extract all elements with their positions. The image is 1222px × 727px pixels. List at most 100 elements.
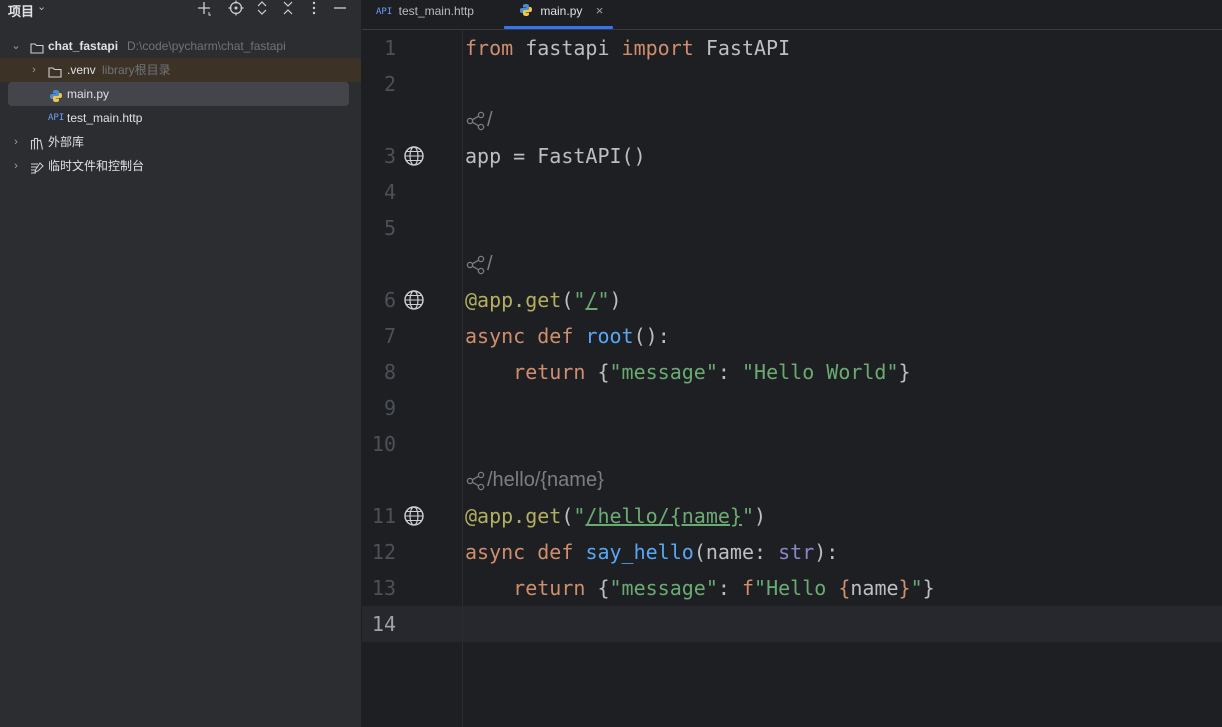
endpoint-hint[interactable]: /hello/{name} — [465, 462, 604, 498]
tab-main-py[interactable]: main.py × — [519, 0, 603, 29]
string: " — [573, 504, 586, 528]
globe-icon[interactable] — [403, 289, 425, 311]
route-link[interactable]: / — [585, 288, 597, 312]
code-text: fastapi — [513, 36, 622, 60]
project-panel: 项目 ⌄ ⌄ chat_fastapi D:\code\pycharm\chat… — [0, 0, 362, 727]
project-panel-header: 项目 ⌄ — [0, 0, 361, 20]
chevron-right-icon[interactable]: › — [10, 154, 22, 178]
code-text: } — [922, 576, 935, 600]
code-text: { — [585, 576, 610, 600]
keyword: return — [513, 360, 586, 384]
line-number: 11 — [371, 504, 396, 528]
current-line-highlight — [362, 606, 1222, 642]
code-text: : — [717, 576, 742, 600]
chevron-down-icon[interactable]: ⌄ — [37, 0, 46, 13]
keyword: import — [621, 36, 694, 60]
code-line-6: @app.get("/") — [465, 282, 622, 318]
tree-row-external-libs[interactable]: › 外部库 — [0, 130, 361, 154]
venv-note: library根目录 — [102, 63, 171, 77]
scratches-label: 临时文件和控制台 — [48, 159, 145, 173]
line-number-current: 14 — [371, 612, 396, 636]
line-number: 5 — [383, 216, 396, 240]
line-number: 4 — [383, 180, 396, 204]
keyword: def — [537, 540, 574, 564]
collapse-all-icon[interactable] — [280, 0, 296, 18]
chevron-right-icon[interactable]: › — [28, 58, 40, 82]
tree-row-test-http[interactable]: API test_main.http — [0, 106, 361, 130]
line-number: 1 — [383, 36, 396, 60]
root-folder-name: chat_fastapi — [48, 39, 119, 53]
tree-row-scratches[interactable]: › 临时文件和控制台 — [0, 154, 361, 178]
main-py-label: main.py — [67, 87, 110, 101]
editor-tab-bar: API test_main.http main.py × — [362, 0, 1222, 30]
keyword: def — [537, 324, 574, 348]
more-vertical-icon[interactable] — [306, 0, 322, 18]
code-text: ( — [561, 504, 574, 528]
plus-icon[interactable] — [196, 0, 212, 18]
chevron-right-icon[interactable]: › — [10, 130, 22, 154]
globe-icon[interactable] — [403, 145, 425, 167]
decorator: @app.get — [465, 288, 562, 312]
scratches-icon — [30, 159, 44, 174]
locate-icon[interactable] — [228, 0, 244, 18]
route-param[interactable]: {name} — [670, 504, 742, 528]
code-text: ( — [561, 288, 574, 312]
code-editor[interactable]: 1 2 3 4 5 6 7 8 9 10 11 12 13 14 from fa… — [362, 30, 1222, 727]
code-line-11: @app.get("/hello/{name}") — [465, 498, 766, 534]
line-number: 2 — [383, 72, 396, 96]
line-number: 7 — [383, 324, 396, 348]
keyword: async — [465, 324, 526, 348]
chevron-down-icon[interactable]: ⌄ — [10, 34, 22, 58]
code-line-7: async def root(): — [465, 318, 670, 354]
code-line-13: return {"message": f"Hello {name}"} — [465, 570, 935, 606]
endpoint-path: / — [487, 109, 493, 131]
globe-icon[interactable] — [403, 505, 425, 527]
share-icon — [466, 471, 485, 490]
python-file-icon — [519, 2, 533, 24]
share-icon — [466, 111, 485, 130]
endpoint-path: / — [487, 253, 493, 275]
test-http-label: test_main.http — [67, 111, 143, 125]
share-icon — [466, 255, 485, 274]
line-number: 10 — [371, 432, 396, 456]
api-file-icon: API — [376, 7, 393, 17]
string: " — [597, 288, 610, 312]
string: "message" — [609, 576, 718, 600]
tree-row-main-py[interactable]: main.py — [0, 82, 361, 106]
line-number: 8 — [383, 360, 396, 384]
function-name: say_hello — [585, 540, 694, 564]
endpoint-hint[interactable]: / — [465, 102, 493, 138]
library-icon — [30, 135, 44, 150]
tree-row-venv[interactable]: › .venv library根目录 — [0, 58, 361, 82]
decorator: @app.get — [465, 504, 562, 528]
python-file-icon — [49, 87, 63, 102]
string: "Hello World" — [741, 360, 899, 384]
minimize-icon[interactable] — [332, 0, 348, 18]
gutter-divider — [462, 30, 463, 727]
expand-collapse-icon[interactable] — [254, 0, 270, 18]
route-link[interactable]: /hello/ — [585, 504, 669, 528]
tab-test-main-http[interactable]: API test_main.http — [376, 0, 474, 29]
keyword: async — [465, 540, 526, 564]
builtin-type: str — [778, 540, 815, 564]
project-panel-title[interactable]: 项目 — [8, 1, 34, 20]
code-text: ) — [609, 288, 622, 312]
line-number: 3 — [383, 144, 396, 168]
tree-row-root[interactable]: ⌄ chat_fastapi D:\code\pycharm\chat_fast… — [0, 34, 361, 58]
code-text: (name: — [693, 540, 779, 564]
close-icon[interactable]: × — [596, 3, 604, 18]
external-libs-label: 外部库 — [48, 135, 85, 149]
code-text: } — [898, 360, 911, 384]
code-line-8: return {"message": "Hello World"} — [465, 354, 911, 390]
code-text: : — [717, 360, 742, 384]
tab-label: test_main.http — [398, 4, 474, 18]
api-file-icon: API — [48, 113, 65, 123]
string: " — [741, 504, 755, 528]
code-line-3: app = FastAPI() — [465, 144, 646, 168]
code-text: (): — [633, 324, 670, 348]
string: " — [910, 576, 923, 600]
string: "Hello — [754, 576, 839, 600]
code-text: FastAPI — [693, 36, 791, 60]
line-number: 12 — [371, 540, 396, 564]
endpoint-hint[interactable]: / — [465, 246, 493, 282]
